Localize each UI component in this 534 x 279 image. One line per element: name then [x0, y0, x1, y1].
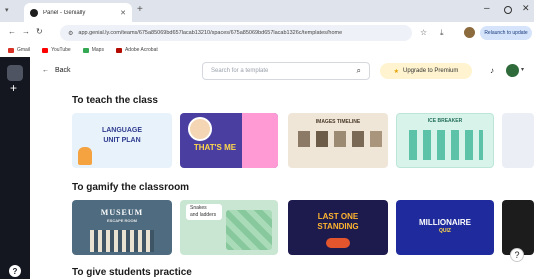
address-url: app.genial.ly.com/teams/675a85069bd657la…: [78, 30, 343, 36]
timeline-photo-icon: [334, 131, 346, 147]
template-search-input[interactable]: Search for a template ⌕: [202, 62, 370, 80]
board-path-icon: [226, 210, 272, 250]
genially-logo-icon[interactable]: [7, 65, 23, 81]
card-title: LANGUAGE: [101, 127, 143, 134]
maps-icon: [82, 47, 89, 53]
section-title: To gamify the classroom: [72, 182, 190, 193]
adobe-acrobat-icon: [115, 47, 122, 53]
site-info-icon[interactable]: ⚙: [68, 30, 73, 37]
back-button[interactable]: ← Back: [42, 67, 71, 74]
upgrade-premium-button[interactable]: ★ Upgrade to Premium: [380, 63, 472, 79]
bookmarks-bar: Gmail YouTube Maps Adobe Acrobat: [0, 44, 534, 56]
timeline-photo-icon: [370, 131, 382, 147]
timeline-photo-icon: [316, 131, 328, 147]
card-title: MILLIONAIRE: [419, 218, 471, 227]
template-card-partial[interactable]: [502, 113, 534, 168]
avatar[interactable]: [506, 64, 519, 77]
bookmark-youtube[interactable]: YouTube: [42, 47, 71, 53]
app-top-bar: ← Back Search for a template ⌕ ★ Upgrade…: [30, 57, 534, 87]
tab-search-icon[interactable]: ▾: [5, 6, 9, 14]
card-subtitle: and ladders: [190, 212, 217, 218]
template-card-language-unit-plan[interactable]: LANGUAGE UNIT PLAN: [72, 113, 172, 168]
card-title: ICE BREAKER: [427, 118, 463, 124]
bookmark-label: Gmail: [17, 47, 31, 53]
card-subtitle: UNIT PLAN: [103, 137, 141, 144]
template-card-images-timeline[interactable]: IMAGES TIMELINE: [288, 113, 388, 168]
template-card-ice-breaker[interactable]: ICE BREAKER: [396, 113, 494, 168]
bookmark-label: YouTube: [51, 47, 71, 53]
relaunch-update-button[interactable]: Relaunch to update: [480, 26, 532, 40]
genially-app: + ? ← Back Search for a template ⌕ ★ Upg…: [0, 57, 534, 279]
grid-tiles-icon: [409, 130, 483, 160]
left-rail: + ?: [0, 57, 30, 279]
timeline-photo-icon: [298, 131, 310, 147]
help-bubble-icon[interactable]: ?: [510, 248, 524, 262]
search-placeholder: Search for a template: [211, 68, 269, 74]
template-card-thats-me[interactable]: THAT'S ME: [180, 113, 278, 168]
forward-arrow-icon[interactable]: →: [22, 27, 30, 36]
card-title: Snakes: [190, 205, 207, 211]
youtube-icon: [42, 47, 49, 53]
browser-tab-bar: ▾ Panel - Genially ✕ + – ✕: [0, 0, 534, 22]
notifications-bell-icon[interactable]: ♪: [490, 66, 494, 75]
play-badge-icon: [326, 238, 350, 248]
bookmark-gmail[interactable]: Gmail: [8, 47, 30, 53]
card-subtitle: QUIZ: [439, 228, 451, 234]
section-title: To teach the class: [72, 95, 158, 106]
card-title: MUSEUM: [100, 208, 144, 217]
address-bar[interactable]: ⚙ app.genial.ly.com/teams/675a85069bd657…: [60, 25, 412, 41]
gmail-icon: [8, 47, 14, 53]
bookmark-maps[interactable]: Maps: [82, 47, 104, 53]
chevron-down-icon[interactable]: ▾: [521, 66, 524, 73]
template-card-snakes-ladders[interactable]: Snakes and ladders: [180, 200, 278, 255]
bookmark-adobe-acrobat[interactable]: Adobe Acrobat: [115, 47, 158, 53]
card-title: THAT'S ME: [193, 143, 237, 152]
card-title: IMAGES TIMELINE: [315, 119, 361, 125]
window-maximize-icon[interactable]: [504, 6, 512, 14]
card-accent-panel: [242, 113, 278, 168]
genially-favicon-icon: [30, 8, 38, 17]
back-arrow-icon: ←: [42, 67, 49, 74]
window-close-icon[interactable]: ✕: [522, 3, 530, 14]
student-illustration-icon: [78, 147, 92, 165]
premium-star-icon: ★: [393, 68, 400, 75]
search-icon[interactable]: ⌕: [357, 66, 361, 76]
browser-toolbar: ← → ↻ ⚙ app.genial.ly.com/teams/675a8506…: [0, 22, 534, 44]
template-card-last-one-standing[interactable]: LAST ONE STANDING: [288, 200, 388, 255]
portrait-icon: [188, 117, 212, 141]
section-title: To give students practice: [72, 267, 192, 278]
browser-profile-icon[interactable]: [464, 27, 475, 38]
download-icon[interactable]: ⤓: [440, 28, 444, 38]
template-card-partial[interactable]: [502, 200, 534, 255]
back-label: Back: [55, 67, 71, 74]
card-subtitle: STANDING: [317, 222, 359, 231]
new-tab-icon[interactable]: +: [137, 4, 143, 15]
museum-columns-icon: [90, 230, 154, 252]
tab-close-icon[interactable]: ✕: [120, 9, 126, 17]
bookmark-star-icon[interactable]: ☆: [420, 28, 427, 37]
create-plus-icon[interactable]: +: [10, 81, 17, 95]
premium-label: Upgrade to Premium: [403, 68, 459, 74]
tab-title: Panel - Genially: [43, 9, 86, 16]
template-card-millionaire-quiz[interactable]: MILLIONAIRE QUIZ: [396, 200, 494, 255]
timeline-photo-icon: [352, 131, 364, 147]
card-subtitle: ESCAPE ROOM: [106, 218, 137, 223]
window-minimize-icon[interactable]: –: [484, 3, 490, 14]
help-icon[interactable]: ?: [9, 265, 21, 277]
reload-icon[interactable]: ↻: [36, 27, 43, 36]
template-card-museum[interactable]: MUSEUM ESCAPE ROOM: [72, 200, 172, 255]
bookmark-label: Adobe Acrobat: [124, 47, 158, 53]
back-arrow-icon[interactable]: ←: [8, 27, 16, 36]
browser-tab[interactable]: Panel - Genially ✕: [24, 3, 132, 22]
bookmark-label: Maps: [91, 47, 104, 53]
card-title: LAST ONE: [317, 212, 359, 221]
